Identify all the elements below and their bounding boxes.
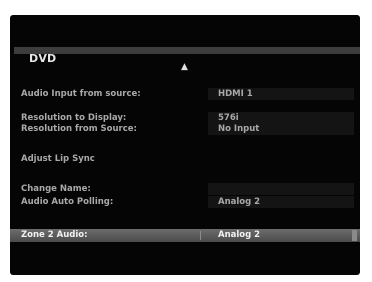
scroll-up-icon[interactable]: ▲	[181, 63, 188, 72]
row-label: Zone 2 Audio:	[21, 230, 88, 240]
name-field[interactable]	[208, 183, 354, 195]
row-label: Adjust Lip Sync	[21, 154, 95, 164]
row-value: Analog 2	[218, 197, 261, 207]
row-label: Audio Input from source:	[21, 89, 141, 99]
row-label: Audio Auto Polling:	[21, 197, 114, 207]
scroll-handle[interactable]	[352, 230, 357, 241]
row-value: HDMI 1	[218, 89, 253, 99]
menu-row-audio-input[interactable]: Audio Input from source: HDMI 1	[10, 88, 360, 100]
menu-row-resolution-source[interactable]: Resolution from Source: No Input	[10, 123, 360, 135]
menu-row-audio-auto-polling[interactable]: Audio Auto Polling: Analog 2	[10, 196, 360, 208]
title-bar	[14, 47, 360, 54]
row-divider	[200, 231, 201, 240]
menu-row-adjust-lip-sync[interactable]: Adjust Lip Sync	[10, 153, 360, 165]
menu-row-change-name[interactable]: Change Name:	[10, 183, 360, 195]
row-value: No Input	[218, 124, 260, 134]
osd-screen: DVD ▲ Audio Input from source: HDMI 1 Re…	[10, 15, 360, 275]
menu-row-zone-2-audio[interactable]: Zone 2 Audio: Analog 2	[10, 229, 360, 242]
section-title: DVD	[29, 52, 57, 65]
row-value: Analog 2	[218, 230, 261, 240]
row-label: Change Name:	[21, 184, 91, 194]
row-label: Resolution from Source:	[21, 124, 137, 134]
